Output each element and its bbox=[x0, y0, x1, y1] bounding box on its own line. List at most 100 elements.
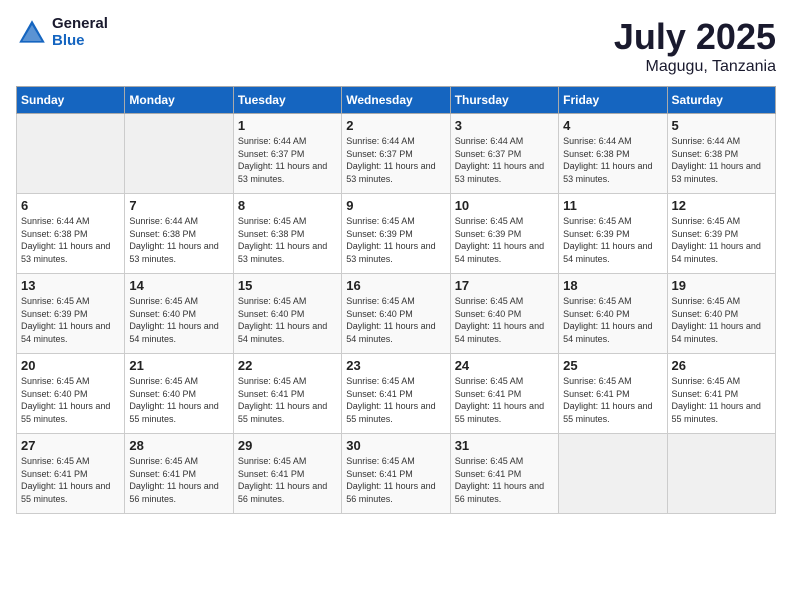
logo: General Blue bbox=[16, 16, 108, 49]
cell-info: Sunrise: 6:45 AMSunset: 6:40 PMDaylight:… bbox=[21, 375, 120, 425]
day-number: 26 bbox=[672, 358, 771, 373]
day-number: 13 bbox=[21, 278, 120, 293]
cell-info: Sunrise: 6:45 AMSunset: 6:39 PMDaylight:… bbox=[672, 215, 771, 265]
calendar-cell: 3 Sunrise: 6:44 AMSunset: 6:37 PMDaylight… bbox=[450, 114, 558, 194]
calendar-cell bbox=[125, 114, 233, 194]
calendar-cell: 12 Sunrise: 6:45 AMSunset: 6:39 PMDayligh… bbox=[667, 194, 775, 274]
calendar-cell: 4 Sunrise: 6:44 AMSunset: 6:38 PMDaylight… bbox=[559, 114, 667, 194]
day-number: 14 bbox=[129, 278, 228, 293]
day-number: 11 bbox=[563, 198, 662, 213]
cell-info: Sunrise: 6:45 AMSunset: 6:40 PMDaylight:… bbox=[238, 295, 337, 345]
day-number: 24 bbox=[455, 358, 554, 373]
cell-info: Sunrise: 6:44 AMSunset: 6:38 PMDaylight:… bbox=[563, 135, 662, 185]
logo-general-text: General bbox=[52, 16, 108, 33]
day-number: 29 bbox=[238, 438, 337, 453]
calendar-week-row: 27 Sunrise: 6:45 AMSunset: 6:41 PMDayligh… bbox=[17, 434, 776, 514]
cell-info: Sunrise: 6:45 AMSunset: 6:40 PMDaylight:… bbox=[346, 295, 445, 345]
calendar-week-row: 13Sunrise: 6:45 AMSunset: 6:39 PMDayligh… bbox=[17, 274, 776, 354]
day-of-week-header: Monday bbox=[125, 87, 233, 114]
day-number: 17 bbox=[455, 278, 554, 293]
header: General Blue July 2025 Magugu, Tanzania bbox=[16, 16, 776, 76]
calendar-cell: 31Sunrise: 6:45 AMSunset: 6:41 PMDayligh… bbox=[450, 434, 558, 514]
cell-info: Sunrise: 6:44 AMSunset: 6:37 PMDaylight:… bbox=[346, 135, 445, 185]
title-area: July 2025 Magugu, Tanzania bbox=[614, 16, 776, 76]
calendar-cell: 13Sunrise: 6:45 AMSunset: 6:39 PMDayligh… bbox=[17, 274, 125, 354]
day-number: 30 bbox=[346, 438, 445, 453]
cell-info: Sunrise: 6:45 AMSunset: 6:40 PMDaylight:… bbox=[563, 295, 662, 345]
calendar-cell: 30 Sunrise: 6:45 AMSunset: 6:41 PMDayligh… bbox=[342, 434, 450, 514]
calendar-cell: 6Sunrise: 6:44 AMSunset: 6:38 PMDaylight… bbox=[17, 194, 125, 274]
day-number: 3 bbox=[455, 118, 554, 133]
cell-info: Sunrise: 6:45 AMSunset: 6:40 PMDaylight:… bbox=[672, 295, 771, 345]
calendar-body: 1 Sunrise: 6:44 AMSunset: 6:37 PMDaylight… bbox=[17, 114, 776, 514]
calendar-cell: 28Sunrise: 6:45 AMSunset: 6:41 PMDayligh… bbox=[125, 434, 233, 514]
calendar-cell: 14 Sunrise: 6:45 AMSunset: 6:40 PMDayligh… bbox=[125, 274, 233, 354]
calendar-cell: 22 Sunrise: 6:45 AMSunset: 6:41 PMDayligh… bbox=[233, 354, 341, 434]
cell-info: Sunrise: 6:44 AMSunset: 6:38 PMDaylight:… bbox=[672, 135, 771, 185]
day-number: 27 bbox=[21, 438, 120, 453]
calendar-cell bbox=[17, 114, 125, 194]
calendar-cell: 24 Sunrise: 6:45 AMSunset: 6:41 PMDayligh… bbox=[450, 354, 558, 434]
calendar-cell: 20 Sunrise: 6:45 AMSunset: 6:40 PMDayligh… bbox=[17, 354, 125, 434]
day-number: 9 bbox=[346, 198, 445, 213]
cell-info: Sunrise: 6:45 AMSunset: 6:40 PMDaylight:… bbox=[129, 295, 228, 345]
calendar-table: SundayMondayTuesdayWednesdayThursdayFrid… bbox=[16, 86, 776, 514]
cell-info: Sunrise: 6:45 AMSunset: 6:41 PMDaylight:… bbox=[346, 375, 445, 425]
calendar-cell: 7Sunrise: 6:44 AMSunset: 6:38 PMDaylight… bbox=[125, 194, 233, 274]
calendar-cell: 15 Sunrise: 6:45 AMSunset: 6:40 PMDayligh… bbox=[233, 274, 341, 354]
calendar-cell: 16 Sunrise: 6:45 AMSunset: 6:40 PMDayligh… bbox=[342, 274, 450, 354]
cell-info: Sunrise: 6:45 AMSunset: 6:40 PMDaylight:… bbox=[129, 375, 228, 425]
calendar-cell bbox=[559, 434, 667, 514]
calendar-cell: 9Sunrise: 6:45 AMSunset: 6:39 PMDaylight… bbox=[342, 194, 450, 274]
cell-info: Sunrise: 6:45 AMSunset: 6:38 PMDaylight:… bbox=[238, 215, 337, 265]
location: Magugu, Tanzania bbox=[614, 58, 776, 76]
calendar-cell: 19 Sunrise: 6:45 AMSunset: 6:40 PMDayligh… bbox=[667, 274, 775, 354]
cell-info: Sunrise: 6:44 AMSunset: 6:37 PMDaylight:… bbox=[455, 135, 554, 185]
cell-info: Sunrise: 6:45 AMSunset: 6:41 PMDaylight:… bbox=[672, 375, 771, 425]
calendar-cell: 23 Sunrise: 6:45 AMSunset: 6:41 PMDayligh… bbox=[342, 354, 450, 434]
day-number: 4 bbox=[563, 118, 662, 133]
calendar-cell: 17 Sunrise: 6:45 AMSunset: 6:40 PMDayligh… bbox=[450, 274, 558, 354]
calendar-week-row: 1 Sunrise: 6:44 AMSunset: 6:37 PMDaylight… bbox=[17, 114, 776, 194]
day-of-week-header: Saturday bbox=[667, 87, 775, 114]
cell-info: Sunrise: 6:44 AMSunset: 6:38 PMDaylight:… bbox=[21, 215, 120, 265]
cell-info: Sunrise: 6:45 AMSunset: 6:41 PMDaylight:… bbox=[563, 375, 662, 425]
calendar-cell: 29 Sunrise: 6:45 AMSunset: 6:41 PMDayligh… bbox=[233, 434, 341, 514]
cell-info: Sunrise: 6:44 AMSunset: 6:37 PMDaylight:… bbox=[238, 135, 337, 185]
day-number: 22 bbox=[238, 358, 337, 373]
cell-info: Sunrise: 6:45 AMSunset: 6:40 PMDaylight:… bbox=[455, 295, 554, 345]
day-number: 20 bbox=[21, 358, 120, 373]
calendar-cell: 25 Sunrise: 6:45 AMSunset: 6:41 PMDayligh… bbox=[559, 354, 667, 434]
cell-info: Sunrise: 6:45 AMSunset: 6:39 PMDaylight:… bbox=[563, 215, 662, 265]
day-of-week-header: Friday bbox=[559, 87, 667, 114]
day-of-week-header: Wednesday bbox=[342, 87, 450, 114]
day-number: 21 bbox=[129, 358, 228, 373]
calendar-cell: 1 Sunrise: 6:44 AMSunset: 6:37 PMDaylight… bbox=[233, 114, 341, 194]
month-year: July 2025 bbox=[614, 16, 776, 58]
day-number: 1 bbox=[238, 118, 337, 133]
day-number: 28 bbox=[129, 438, 228, 453]
cell-info: Sunrise: 6:45 AMSunset: 6:41 PMDaylight:… bbox=[455, 375, 554, 425]
calendar-header-row: SundayMondayTuesdayWednesdayThursdayFrid… bbox=[17, 87, 776, 114]
logo-icon bbox=[16, 17, 48, 49]
day-number: 25 bbox=[563, 358, 662, 373]
calendar-cell: 26 Sunrise: 6:45 AMSunset: 6:41 PMDayligh… bbox=[667, 354, 775, 434]
calendar-cell: 2 Sunrise: 6:44 AMSunset: 6:37 PMDaylight… bbox=[342, 114, 450, 194]
cell-info: Sunrise: 6:45 AMSunset: 6:41 PMDaylight:… bbox=[346, 455, 445, 505]
cell-info: Sunrise: 6:45 AMSunset: 6:41 PMDaylight:… bbox=[21, 455, 120, 505]
day-number: 2 bbox=[346, 118, 445, 133]
calendar-week-row: 6Sunrise: 6:44 AMSunset: 6:38 PMDaylight… bbox=[17, 194, 776, 274]
day-number: 15 bbox=[238, 278, 337, 293]
calendar-cell: 5Sunrise: 6:44 AMSunset: 6:38 PMDaylight… bbox=[667, 114, 775, 194]
day-number: 19 bbox=[672, 278, 771, 293]
calendar-cell: 11 Sunrise: 6:45 AMSunset: 6:39 PMDayligh… bbox=[559, 194, 667, 274]
calendar-cell: 10Sunrise: 6:45 AMSunset: 6:39 PMDayligh… bbox=[450, 194, 558, 274]
cell-info: Sunrise: 6:45 AMSunset: 6:41 PMDaylight:… bbox=[238, 455, 337, 505]
day-number: 16 bbox=[346, 278, 445, 293]
day-number: 12 bbox=[672, 198, 771, 213]
day-number: 18 bbox=[563, 278, 662, 293]
day-of-week-header: Sunday bbox=[17, 87, 125, 114]
calendar-cell: 18 Sunrise: 6:45 AMSunset: 6:40 PMDayligh… bbox=[559, 274, 667, 354]
cell-info: Sunrise: 6:45 AMSunset: 6:41 PMDaylight:… bbox=[238, 375, 337, 425]
day-number: 23 bbox=[346, 358, 445, 373]
